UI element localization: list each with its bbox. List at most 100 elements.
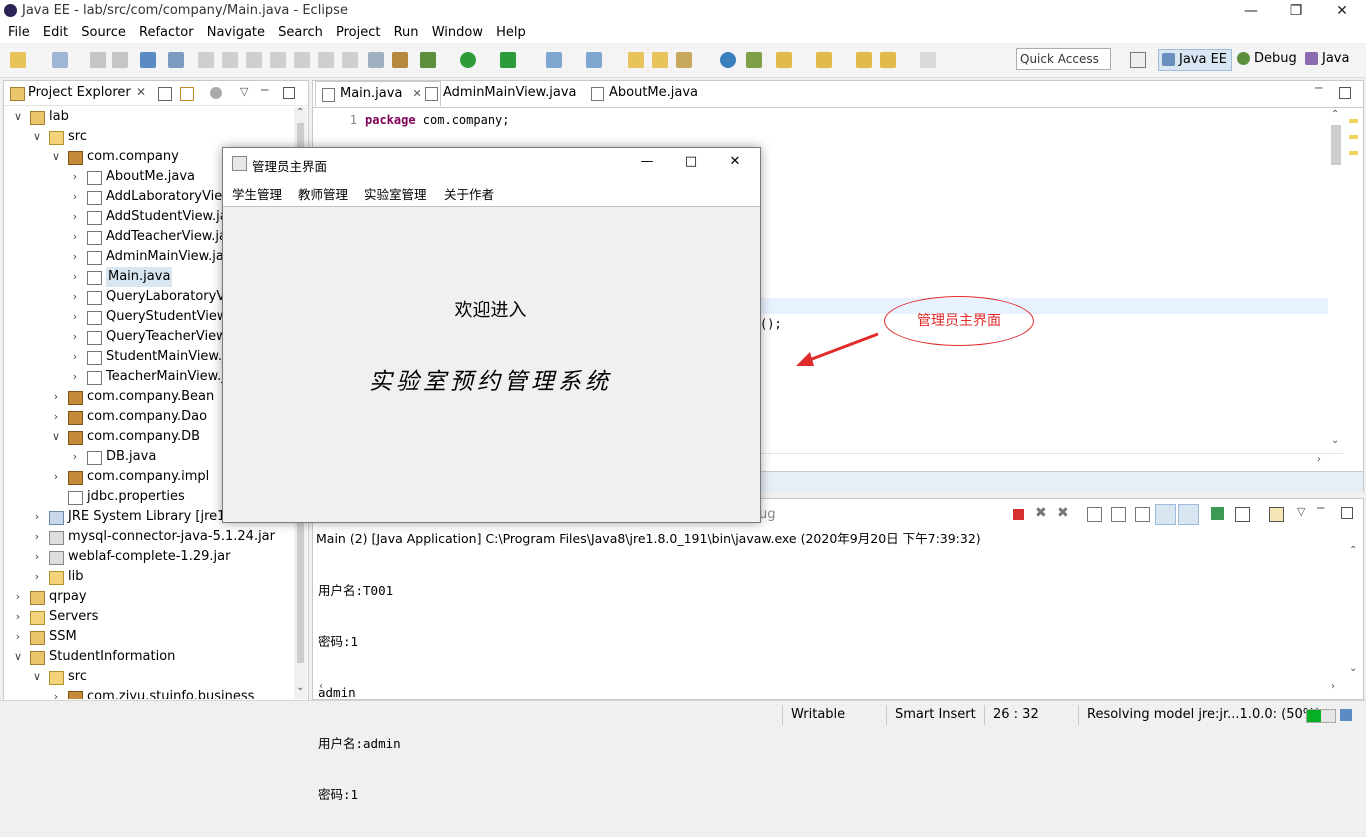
scroll-thumb[interactable] xyxy=(1331,125,1341,165)
menu-edit[interactable]: Edit xyxy=(43,23,68,40)
chevron-right-icon[interactable]: › xyxy=(31,507,43,527)
chevron-right-icon[interactable]: › xyxy=(69,167,81,187)
chevron-down-icon[interactable]: ∨ xyxy=(50,427,62,447)
open-type-icon[interactable] xyxy=(628,52,644,68)
chevron-right-icon[interactable]: › xyxy=(69,267,81,287)
chevron-right-icon[interactable]: › xyxy=(69,327,81,347)
maximize-view-icon[interactable] xyxy=(283,87,295,99)
view-menu-icon[interactable]: ▽ xyxy=(1297,505,1305,518)
collapse-all-icon[interactable] xyxy=(158,87,172,101)
admin-maximize-button[interactable]: □ xyxy=(669,150,713,176)
tree-item[interactable]: ∨ src xyxy=(4,127,294,147)
code-fragment[interactable]: (); xyxy=(760,317,782,331)
menu-about-author[interactable]: 关于作者 xyxy=(444,184,494,203)
scroll-up-icon[interactable]: ⌃ xyxy=(296,107,304,118)
chevron-down-icon[interactable]: ∨ xyxy=(50,147,62,167)
scroll-up-icon[interactable]: ⌃ xyxy=(1331,109,1339,120)
admin-main-window[interactable]: 管理员主界面 — □ ✕ 学生管理 教师管理 实验室管理 关于作者 欢迎进入 实… xyxy=(222,147,761,523)
scroll-left-icon[interactable]: ‹ xyxy=(319,681,323,692)
scroll-down-icon[interactable]: ⌄ xyxy=(1349,663,1357,674)
tree-item[interactable]: › lib xyxy=(4,567,294,587)
console-tab-partial[interactable]: ug xyxy=(759,507,776,522)
chevron-right-icon[interactable]: › xyxy=(69,347,81,367)
minimize-view-icon[interactable]: ─ xyxy=(1315,81,1322,95)
chevron-down-icon[interactable]: ∨ xyxy=(31,127,43,147)
chevron-right-icon[interactable]: › xyxy=(69,447,81,467)
tree-item[interactable]: › mysql-connector-java-5.1.24.jar xyxy=(4,527,294,547)
scroll-right-icon[interactable]: › xyxy=(1331,681,1335,692)
menu-help[interactable]: Help xyxy=(496,23,526,40)
chevron-down-icon[interactable]: ∨ xyxy=(12,107,24,127)
chevron-down-icon[interactable]: ∨ xyxy=(12,647,24,667)
chevron-right-icon[interactable]: › xyxy=(69,247,81,267)
chevron-right-icon[interactable]: › xyxy=(50,387,62,407)
maximize-view-icon[interactable] xyxy=(1339,87,1351,99)
chevron-down-icon[interactable]: ∨ xyxy=(31,667,43,687)
chevron-right-icon[interactable]: › xyxy=(31,527,43,547)
show-on-error-icon[interactable] xyxy=(1178,504,1199,525)
tab-adminmainview-java[interactable]: AdminMainView.java xyxy=(419,81,603,105)
disconnect-icon[interactable] xyxy=(270,52,286,68)
project-explorer-tab[interactable]: Project Explorer xyxy=(28,85,131,100)
remove-all-icon[interactable]: ✖ xyxy=(1057,505,1069,521)
save-icon[interactable] xyxy=(90,52,106,68)
progress-bar[interactable] xyxy=(1306,709,1336,723)
quick-access-input[interactable]: Quick Access xyxy=(1016,48,1111,70)
chevron-right-icon[interactable]: › xyxy=(12,627,24,647)
chevron-right-icon[interactable]: › xyxy=(69,307,81,327)
clear-console-icon[interactable] xyxy=(1087,507,1102,522)
terminate-icon[interactable] xyxy=(1013,509,1024,520)
step-return-icon[interactable] xyxy=(342,52,358,68)
new-server-icon[interactable] xyxy=(546,52,562,68)
open-console-icon[interactable] xyxy=(140,52,156,68)
menu-source[interactable]: Source xyxy=(81,23,126,40)
use-step-filters-icon[interactable] xyxy=(368,52,384,68)
minimize-view-icon[interactable]: ─ xyxy=(261,83,268,97)
display-console-icon[interactable] xyxy=(1235,507,1250,522)
menu-lab-management[interactable]: 实验室管理 xyxy=(364,184,427,203)
show-on-output-icon[interactable] xyxy=(1155,504,1176,525)
chevron-right-icon[interactable]: › xyxy=(69,367,81,387)
menu-file[interactable]: File xyxy=(8,23,30,40)
menu-teacher-management[interactable]: 教师管理 xyxy=(298,184,348,203)
chevron-right-icon[interactable]: › xyxy=(69,227,81,247)
scroll-down-icon[interactable]: ⌄ xyxy=(1331,435,1339,446)
word-wrap-icon[interactable] xyxy=(1135,507,1150,522)
new-icon[interactable] xyxy=(10,52,26,68)
scroll-right-icon[interactable]: › xyxy=(1317,454,1321,465)
step-over-icon[interactable] xyxy=(318,52,334,68)
console-vscrollbar[interactable]: ⌃ ⌄ xyxy=(1347,545,1361,681)
minimize-button[interactable]: — xyxy=(1228,0,1274,23)
tab-aboutme-java[interactable]: AboutMe.java xyxy=(585,81,729,105)
resume-icon[interactable] xyxy=(198,52,214,68)
chevron-right-icon[interactable]: › xyxy=(69,287,81,307)
warning-marker[interactable] xyxy=(1349,119,1358,123)
warning-marker[interactable] xyxy=(1349,151,1358,155)
chevron-right-icon[interactable]: › xyxy=(31,567,43,587)
step-into-icon[interactable] xyxy=(294,52,310,68)
admin-minimize-button[interactable]: — xyxy=(625,150,669,176)
chevron-right-icon[interactable]: › xyxy=(50,407,62,427)
menu-refactor[interactable]: Refactor xyxy=(139,23,194,40)
minimize-view-icon[interactable]: ─ xyxy=(1317,501,1324,515)
code-line-1[interactable]: package com.company; xyxy=(365,113,510,127)
new-class-icon[interactable] xyxy=(586,52,602,68)
menu-window[interactable]: Window xyxy=(432,23,483,40)
scroll-lock-icon[interactable] xyxy=(1111,507,1126,522)
pin-console-icon[interactable] xyxy=(1211,507,1224,520)
open-console-icon[interactable] xyxy=(1269,507,1284,522)
web-browser-icon[interactable] xyxy=(720,52,736,68)
tree-item[interactable]: ∨ lab xyxy=(4,107,294,127)
view-menu-icon[interactable]: ▽ xyxy=(240,85,248,98)
tree-item[interactable]: › com.ziyu.stuinfo.business xyxy=(4,687,294,699)
filter-icon[interactable] xyxy=(210,87,222,99)
suspend-icon[interactable] xyxy=(222,52,238,68)
tree-item[interactable]: ∨ StudentInformation xyxy=(4,647,294,667)
chevron-right-icon[interactable]: › xyxy=(69,207,81,227)
debug-icon[interactable] xyxy=(420,52,436,68)
annotation-icon[interactable] xyxy=(746,52,762,68)
chevron-right-icon[interactable]: › xyxy=(12,587,24,607)
run-icon[interactable] xyxy=(460,52,476,68)
tree-item[interactable]: › weblaf-complete-1.29.jar xyxy=(4,547,294,567)
tree-item[interactable]: › qrpay xyxy=(4,587,294,607)
